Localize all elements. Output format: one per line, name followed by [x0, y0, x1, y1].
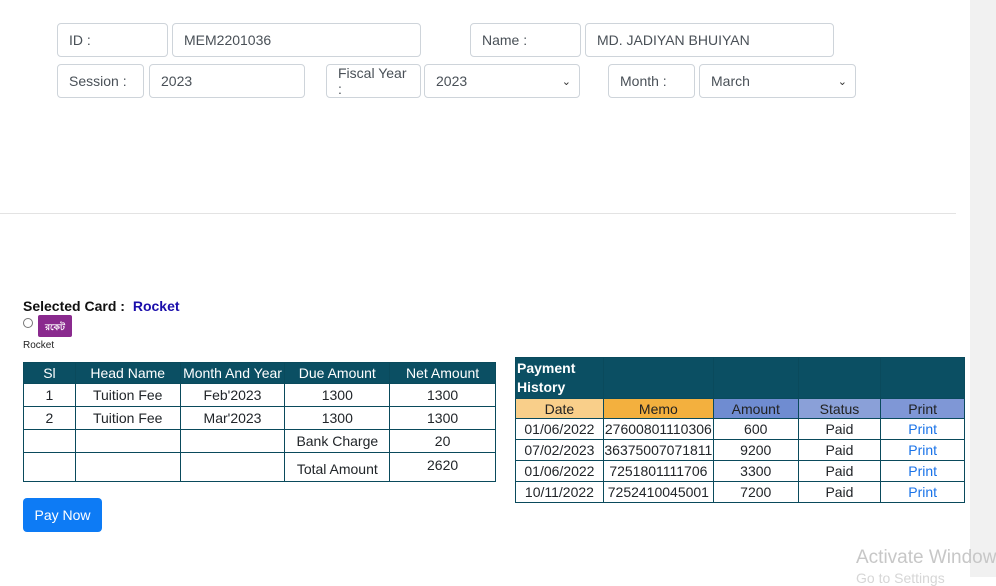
fiscal-year-label: Fiscal Year :: [326, 64, 421, 98]
cell: [74, 452, 181, 482]
cell: 1300: [389, 383, 496, 407]
col-status: Status: [797, 398, 882, 419]
col-due-amount: Due Amount: [284, 362, 391, 384]
selected-card-value: Rocket: [132, 298, 180, 314]
cell: [23, 452, 76, 482]
cell: 1300: [284, 383, 391, 407]
pay-now-button[interactable]: Pay Now: [23, 498, 102, 532]
fiscal-year-value: 2023: [436, 73, 468, 89]
cell: Paid: [797, 439, 882, 461]
id-input[interactable]: MEM2201036: [172, 23, 421, 57]
selected-card-label: Selected Card :: [23, 298, 125, 314]
cell: [602, 357, 714, 399]
bank-charge-row: Bank Charge 20: [23, 429, 496, 453]
cell: [797, 357, 882, 399]
cell: 2: [23, 406, 76, 430]
cell: [74, 429, 181, 453]
history-title: Payment History: [515, 357, 604, 399]
print-link[interactable]: Print: [880, 439, 965, 461]
history-title-row: Payment History: [515, 357, 965, 399]
total-label: Total Amount: [284, 452, 391, 482]
col-sl: Sl: [23, 362, 76, 384]
rocket-logo-text: রকেট: [45, 322, 65, 332]
col-head-name: Head Name: [74, 362, 181, 384]
fee-table-header: Sl Head Name Month And Year Due Amount N…: [23, 362, 496, 384]
cell: 7200: [712, 481, 799, 503]
cell: Paid: [797, 460, 882, 482]
table-row: 01/06/2022 27600801110306 600 Paid Print: [515, 418, 965, 440]
chevron-down-icon: ⌄: [561, 75, 571, 88]
print-link[interactable]: Print: [880, 418, 965, 440]
cell: [23, 429, 76, 453]
cell: 9200: [712, 439, 799, 461]
rocket-logo[interactable]: রকেট: [38, 315, 72, 337]
cell: Mar'2023: [179, 406, 286, 430]
cell: 1300: [284, 406, 391, 430]
cell: 3300: [712, 460, 799, 482]
total-row: Total Amount 2620: [23, 452, 496, 482]
print-link[interactable]: Print: [880, 481, 965, 503]
cell: 600: [712, 418, 799, 440]
table-row: 2 Tuition Fee Mar'2023 1300 1300: [23, 406, 496, 430]
rocket-radio[interactable]: [23, 318, 33, 328]
col-net-amount: Net Amount: [389, 362, 496, 384]
table-row: 07/02/2023 36375007071811 9200 Paid Prin…: [515, 439, 965, 461]
col-print: Print: [880, 398, 965, 419]
month-value: March: [711, 73, 750, 89]
bank-charge-label: Bank Charge: [284, 429, 391, 453]
month-label: Month :: [608, 64, 695, 98]
rocket-caption: Rocket: [23, 340, 55, 351]
cell: 1300: [389, 406, 496, 430]
cell: Feb'2023: [179, 383, 286, 407]
cell: [712, 357, 799, 399]
name-input[interactable]: MD. JADIYAN BHUIYAN: [585, 23, 834, 57]
print-link[interactable]: Print: [880, 460, 965, 482]
col-month-year: Month And Year: [179, 362, 286, 384]
session-input[interactable]: 2023: [149, 64, 305, 98]
cell: 07/02/2023: [515, 439, 604, 461]
cell: 36375007071811: [602, 439, 714, 461]
cell: 7251801111706: [602, 460, 714, 482]
selected-card: Selected Card : Rocket: [23, 298, 180, 314]
chevron-down-icon: ⌄: [837, 75, 847, 88]
id-label: ID :: [57, 23, 168, 57]
cell: Paid: [797, 418, 882, 440]
cell: [880, 357, 965, 399]
fee-table: Sl Head Name Month And Year Due Amount N…: [23, 362, 496, 482]
cell: Tuition Fee: [74, 406, 181, 430]
cell: Tuition Fee: [74, 383, 181, 407]
cell: [179, 452, 286, 482]
page-scrollbar[interactable]: [970, 0, 996, 577]
payment-history-table: Payment History Date Memo Amount Status …: [515, 357, 965, 503]
table-row: 01/06/2022 7251801111706 3300 Paid Print: [515, 460, 965, 482]
cell: 01/06/2022: [515, 418, 604, 440]
total-value: 2620: [389, 452, 496, 482]
activate-windows-watermark: Activate Windows: [856, 547, 996, 568]
col-memo: Memo: [602, 398, 714, 419]
bank-charge-value: 20: [389, 429, 496, 453]
cell: 01/06/2022: [515, 460, 604, 482]
cell: 27600801110306: [602, 418, 714, 440]
history-header: Date Memo Amount Status Print: [515, 398, 965, 419]
col-date: Date: [515, 398, 604, 419]
session-label: Session :: [57, 64, 144, 98]
cell: [179, 429, 286, 453]
name-label: Name :: [470, 23, 581, 57]
section-divider: [0, 213, 956, 214]
table-row: 1 Tuition Fee Feb'2023 1300 1300: [23, 383, 496, 407]
activate-windows-subtext: Go to Settings: [856, 570, 945, 586]
fiscal-year-select[interactable]: 2023 ⌄: [424, 64, 580, 98]
cell: 1: [23, 383, 76, 407]
cell: 7252410045001: [602, 481, 714, 503]
table-row: 10/11/2022 7252410045001 7200 Paid Print: [515, 481, 965, 503]
cell: 10/11/2022: [515, 481, 604, 503]
cell: Paid: [797, 481, 882, 503]
col-amount: Amount: [712, 398, 799, 419]
month-select[interactable]: March ⌄: [699, 64, 856, 98]
